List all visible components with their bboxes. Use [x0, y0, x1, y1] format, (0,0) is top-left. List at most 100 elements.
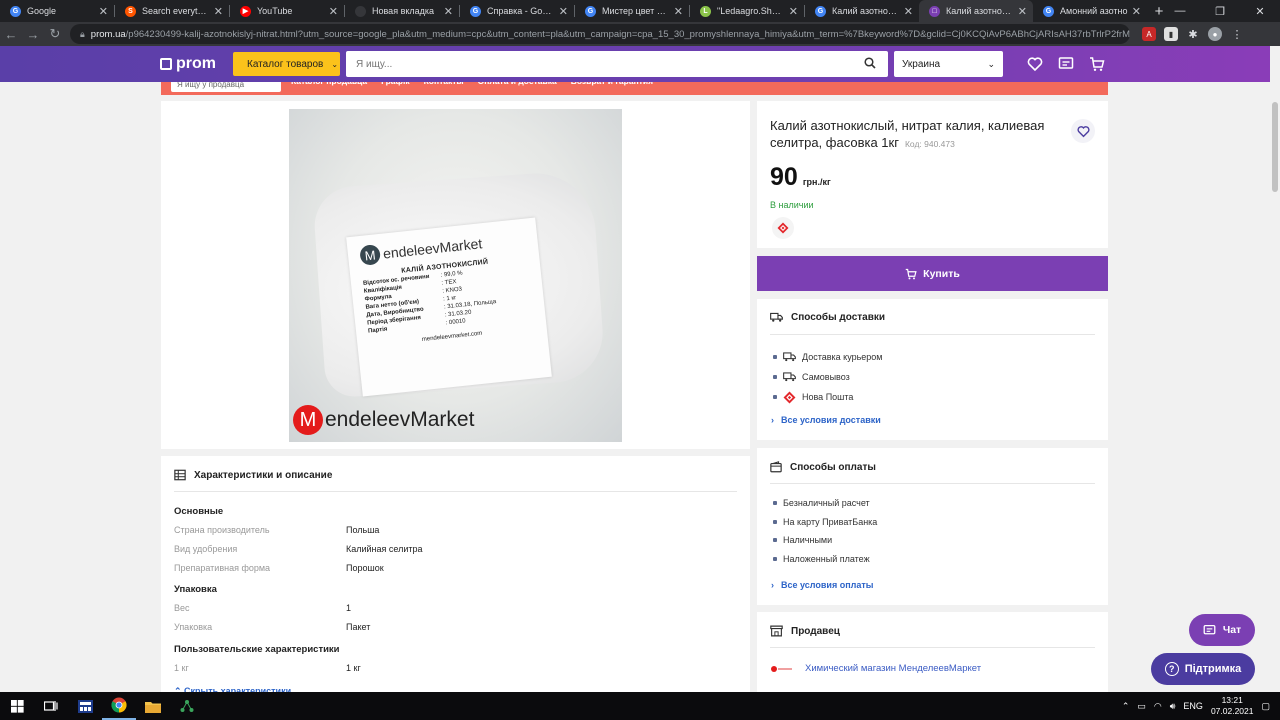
- buy-label: Купить: [923, 267, 960, 280]
- watermark-brand-mark: M: [293, 405, 323, 435]
- tab-close-icon[interactable]: ✕: [329, 5, 338, 18]
- spec-value: Порошок: [346, 562, 384, 573]
- tab-label: "Ledaagro.Shop" - с: [717, 6, 785, 16]
- price-unit: грн./кг: [802, 177, 831, 187]
- browser-tab[interactable]: ▶ YouTube ✕: [230, 0, 344, 22]
- all-payment-terms-label: Все условия оплаты: [781, 580, 874, 590]
- file-explorer-icon[interactable]: [136, 692, 170, 720]
- store-search-input[interactable]: Я ищу у продавца: [171, 82, 281, 92]
- back-icon[interactable]: ←: [0, 23, 22, 45]
- payment-item-label: Безналичный расчет: [783, 498, 870, 509]
- extension-page-icon[interactable]: ▮: [1164, 27, 1178, 41]
- delivery-card: Способы доставки Доставка курьером Самовы…: [757, 299, 1108, 440]
- site-header: prom Каталог товаров ⌄ Украина ⌄: [0, 46, 1270, 82]
- maximize-icon[interactable]: ❐: [1200, 0, 1240, 22]
- browser-tab[interactable]: G Google ✕: [0, 0, 114, 22]
- label-brand-text: endeleevMarket: [382, 235, 483, 262]
- payment-item: Наличными: [773, 531, 877, 550]
- tab-close-icon[interactable]: ✕: [99, 5, 108, 18]
- tab-close-icon[interactable]: ✕: [904, 5, 913, 18]
- tab-close-icon[interactable]: ✕: [789, 5, 798, 18]
- cart-icon: [905, 268, 917, 279]
- url-field[interactable]: 🔒︎ prom.ua /p964230499-kalij-azotnokisly…: [70, 24, 1130, 44]
- payment-item: На карту ПриватБанка: [773, 513, 877, 532]
- tab-favicon-icon: ▶: [240, 5, 251, 17]
- notifications-icon[interactable]: ▢: [1261, 701, 1270, 712]
- heart-icon: [1077, 125, 1089, 137]
- forward-icon[interactable]: →: [22, 23, 44, 45]
- browser-tab[interactable]: G Калий азотнокисл ✕: [805, 0, 919, 22]
- seller-title: Продавец: [791, 625, 840, 637]
- search-input[interactable]: [356, 58, 856, 70]
- extension-abp-icon[interactable]: A: [1142, 27, 1156, 41]
- browser-tab[interactable]: G Мистер цвет анилк ✕: [575, 0, 689, 22]
- spec-group-title: Пользовательские характеристики: [174, 644, 340, 655]
- product-photo[interactable]: MendeleevMarket КАЛІЙ АЗОТНОКИСЛИЙ Відсо…: [289, 109, 622, 442]
- spec-key: Вес: [174, 603, 190, 614]
- profile-avatar-icon[interactable]: ●: [1208, 27, 1222, 41]
- chat-label: Чат: [1222, 624, 1242, 636]
- task-view-icon[interactable]: [34, 692, 68, 720]
- region-select[interactable]: Украина ⌄: [894, 51, 1003, 77]
- close-window-icon[interactable]: ✕: [1240, 0, 1280, 22]
- watermark-brand-text: endeleevMarket: [325, 408, 475, 431]
- truck-icon: [783, 372, 796, 382]
- browser-menu-icon[interactable]: ⋮: [1230, 27, 1244, 41]
- store-nav-item[interactable]: Оплата и доставка: [478, 82, 557, 86]
- nova-poshta-icon: [783, 391, 796, 403]
- page-scrollbar[interactable]: [1270, 82, 1280, 692]
- browser-tab[interactable]: L "Ledaagro.Shop" - с ✕: [690, 0, 804, 22]
- spec-group-title: Упаковка: [174, 584, 217, 596]
- search-icon[interactable]: [864, 57, 876, 69]
- tab-favicon-icon: [355, 5, 366, 17]
- tab-close-icon[interactable]: ✕: [1132, 5, 1141, 18]
- prom-logo[interactable]: prom: [160, 55, 216, 73]
- favorites-heart-icon[interactable]: [1027, 56, 1043, 72]
- tray-chevron-up-icon[interactable]: ⌃: [1122, 701, 1130, 712]
- store-nav-item[interactable]: Графік: [381, 82, 409, 86]
- extensions-puzzle-icon[interactable]: ✱: [1186, 27, 1200, 41]
- scrollbar-thumb[interactable]: [1272, 102, 1278, 192]
- tab-close-icon[interactable]: ✕: [674, 5, 683, 18]
- tab-label: YouTube: [257, 6, 293, 16]
- store-nav-item[interactable]: Каталог продавца: [291, 82, 367, 86]
- payment-title: Способы оплаты: [790, 461, 876, 473]
- buy-button[interactable]: Купить: [757, 256, 1108, 291]
- catalog-button[interactable]: Каталог товаров ⌄: [233, 52, 340, 76]
- support-button[interactable]: ? Підтримка: [1151, 653, 1255, 685]
- wifi-icon[interactable]: ◠: [1154, 701, 1162, 712]
- minimize-icon[interactable]: —: [1160, 0, 1200, 22]
- tab-close-icon[interactable]: ✕: [444, 5, 453, 18]
- price: 90 грн./кг: [770, 163, 831, 192]
- chat-button[interactable]: Чат: [1189, 614, 1255, 646]
- store-nav-item[interactable]: Возврат и гарантия: [571, 82, 653, 86]
- all-delivery-terms-link[interactable]: › Все условия доставки: [771, 415, 881, 425]
- chevron-right-icon: ›: [771, 415, 774, 425]
- browser-tab[interactable]: G Справка - Google G ✕: [460, 0, 574, 22]
- cart-icon[interactable]: [1089, 56, 1105, 72]
- clock[interactable]: 13:21 07.02.2021: [1211, 695, 1254, 717]
- start-windows-icon[interactable]: [0, 692, 34, 720]
- store-nav-item[interactable]: Контакты: [424, 82, 464, 86]
- reload-icon[interactable]: ↻: [44, 23, 66, 45]
- add-to-favorites-button[interactable]: [1071, 119, 1095, 143]
- browser-tab[interactable]: Новая вкладка ✕: [345, 0, 459, 22]
- chrome-app-icon[interactable]: [102, 692, 136, 720]
- browser-tab[interactable]: S Search everything o ✕: [115, 0, 229, 22]
- browser-tab[interactable]: G Амонний азотно ✕: [1033, 0, 1147, 22]
- tab-favicon-icon: □: [929, 5, 940, 17]
- calculator-app-icon[interactable]: [68, 692, 102, 720]
- all-payment-terms-link[interactable]: › Все условия оплаты: [771, 580, 873, 590]
- messages-icon[interactable]: [1058, 56, 1074, 72]
- network-app-icon[interactable]: [170, 692, 204, 720]
- tab-close-icon[interactable]: ✕: [559, 5, 568, 18]
- browser-tab[interactable]: □ Калий азотнокисл ✕: [919, 0, 1033, 22]
- spec-key: Упаковка: [174, 622, 213, 633]
- seller-link[interactable]: Химический магазин МенделеевМаркет: [771, 663, 981, 674]
- spec-group-title: Основные: [174, 506, 224, 517]
- volume-icon[interactable]: 🔊︎: [1170, 701, 1176, 712]
- tab-close-icon[interactable]: ✕: [1018, 5, 1027, 18]
- battery-icon[interactable]: ▭: [1137, 701, 1146, 712]
- tab-close-icon[interactable]: ✕: [214, 5, 223, 18]
- keyboard-language-icon[interactable]: ENG: [1183, 701, 1203, 711]
